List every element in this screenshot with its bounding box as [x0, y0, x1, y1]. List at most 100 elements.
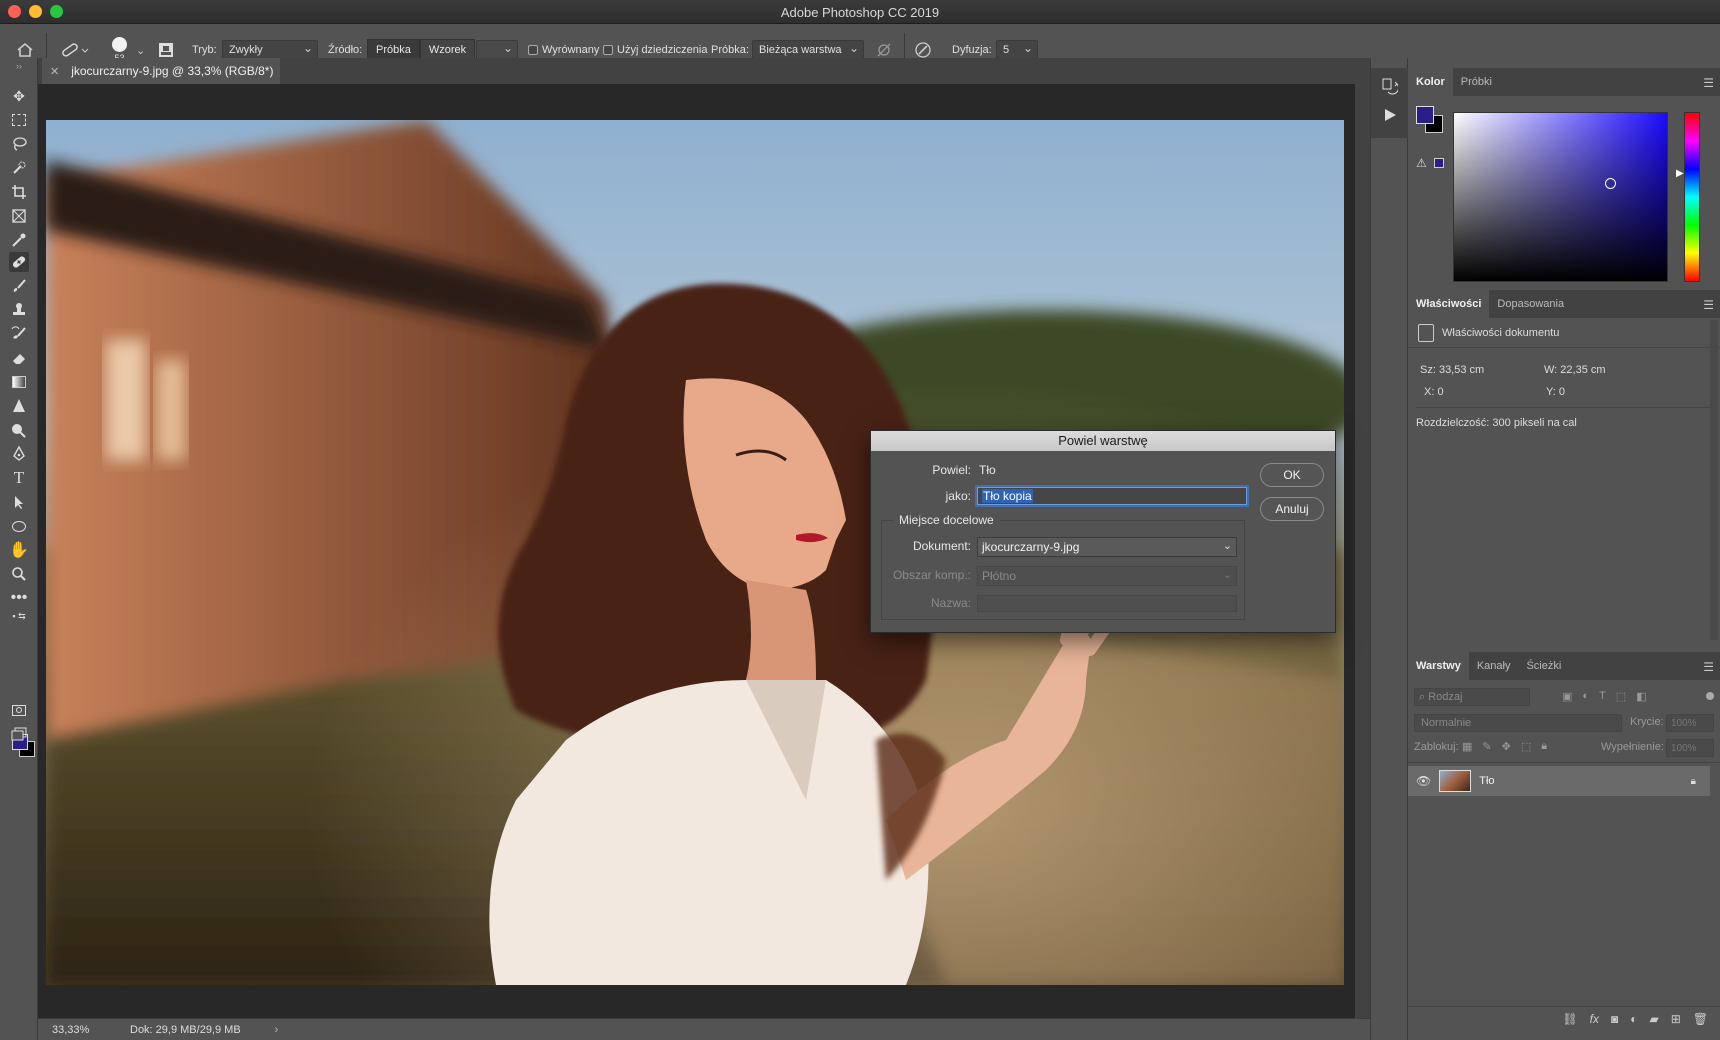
filter-adjustment-icon[interactable]: ◐ [1582, 690, 1589, 703]
layer-filter-select[interactable]: ⌕ Rodzaj [1414, 688, 1530, 706]
foreground-color-chip[interactable] [1416, 106, 1434, 124]
color-field[interactable] [1453, 112, 1668, 282]
hue-slider-handle[interactable]: ▶ [1676, 168, 1684, 179]
collapse-toolbar-icon[interactable]: ›› [9, 61, 29, 71]
tab-adjustments[interactable]: Dopasowania [1489, 290, 1572, 318]
properties-scrollbar[interactable] [1710, 320, 1718, 640]
tab-properties[interactable]: Właściwości [1408, 290, 1490, 318]
ellipse-tool-icon[interactable] [9, 516, 29, 536]
path-selection-tool-icon[interactable] [9, 492, 29, 512]
zoom-level[interactable]: 33,33% [52, 1024, 114, 1036]
status-bar: 33,33% Dok: 29,9 MB/29,9 MB › [38, 1018, 1370, 1040]
eraser-tool-icon[interactable] [9, 348, 29, 368]
screen-mode-icon[interactable] [9, 724, 29, 744]
doc-y: Y: 0 [1546, 386, 1565, 398]
crop-tool-icon[interactable] [9, 182, 29, 202]
tab-channels[interactable]: Kanały [1469, 652, 1519, 680]
web-safe-color-chip[interactable] [1434, 158, 1444, 168]
healing-brush-tool-icon[interactable] [9, 252, 29, 272]
blend-mode-select[interactable]: Normalnie [1414, 714, 1622, 732]
gradient-tool-icon[interactable] [9, 372, 29, 392]
new-adjustment-layer-icon[interactable]: ◐ [1630, 1012, 1637, 1026]
properties-header: Właściwości dokumentu [1442, 326, 1560, 339]
eye-icon[interactable]: 👁︎ [1416, 774, 1431, 788]
marquee-tool-icon[interactable] [9, 110, 29, 130]
lock-icon: 🔒︎ [1690, 775, 1696, 787]
layer-style-icon[interactable]: fx [1590, 1012, 1599, 1026]
move-tool-icon[interactable]: ✥ [9, 86, 29, 106]
pattern-picker[interactable] [476, 40, 518, 60]
filter-smart-object-icon[interactable]: ◧ [1636, 690, 1646, 703]
legacy-checkbox[interactable] [603, 45, 613, 55]
tab-swatches[interactable]: Próbki [1453, 68, 1500, 96]
filter-type-icon[interactable]: T [1599, 690, 1606, 703]
filter-shape-icon[interactable]: ⬚ [1616, 690, 1626, 703]
dodge-tool-icon[interactable] [9, 420, 29, 440]
lock-artboard-icon[interactable]: ⬚ [1521, 740, 1531, 753]
quick-selection-tool-icon[interactable] [9, 158, 29, 178]
eyedropper-tool-icon[interactable] [9, 230, 29, 250]
blur-tool-icon[interactable] [9, 396, 29, 416]
filter-pixel-icon[interactable]: ▣ [1562, 690, 1572, 703]
document-label: Dokument: [912, 539, 971, 553]
type-tool-icon[interactable]: T [9, 468, 29, 488]
history-brush-tool-icon[interactable] [9, 324, 29, 344]
sample-select[interactable]: Bieżąca warstwa [752, 40, 864, 60]
properties-panel: Właściwości Dopasowania ☰ Właściwości do… [1408, 290, 1720, 645]
fill-input[interactable]: 100% [1666, 739, 1714, 757]
ok-button[interactable]: OK [1260, 463, 1324, 487]
new-group-icon[interactable]: ▰ [1649, 1012, 1658, 1026]
gamut-warning-icon[interactable]: ⚠ [1416, 156, 1427, 170]
document-select[interactable]: jkocurczarny-9.jpg ⌄ [977, 537, 1237, 557]
pen-tool-icon[interactable] [9, 444, 29, 464]
cancel-button[interactable]: Anuluj [1260, 497, 1324, 521]
lock-image-icon[interactable]: ✎ [1482, 740, 1491, 753]
mode-select[interactable]: Zwykły [222, 40, 318, 60]
duplicate-label: Powiel: [932, 463, 971, 477]
panel-menu-icon[interactable]: ☰ [1703, 660, 1714, 674]
swap-colors-icon[interactable]: ▪ ⇆ [9, 610, 29, 622]
lock-transparent-icon[interactable]: ▦ [1462, 740, 1472, 753]
zoom-tool-icon[interactable] [9, 564, 29, 584]
panel-menu-icon[interactable]: ☰ [1703, 298, 1714, 312]
tab-paths[interactable]: Ścieżki [1518, 652, 1569, 680]
play-action-icon[interactable] [1383, 108, 1397, 125]
document-tab-title: jkocurczarny-9.jpg @ 33,3% (RGB/8*) [71, 64, 274, 78]
panel-menu-icon[interactable]: ☰ [1703, 76, 1714, 90]
color-picker-marker[interactable] [1605, 178, 1616, 189]
link-layers-icon[interactable]: ⛓ [1562, 1012, 1577, 1026]
brush-tool-icon[interactable] [9, 276, 29, 296]
add-mask-icon[interactable]: ◙ [1611, 1012, 1618, 1026]
canvas-vertical-scrollbar[interactable] [1355, 84, 1370, 1018]
tab-layers[interactable]: Warstwy [1408, 652, 1469, 680]
hue-slider[interactable] [1684, 112, 1700, 282]
lasso-tool-icon[interactable] [9, 134, 29, 154]
document-tab[interactable]: ✕ jkocurczarny-9.jpg @ 33,3% (RGB/8*) [42, 58, 280, 84]
diffusion-select[interactable]: 5 [996, 40, 1038, 60]
search-icon: ⌕ [1419, 690, 1426, 703]
delete-layer-icon[interactable]: 🗑︎ [1693, 1012, 1708, 1026]
filter-toggle[interactable] [1706, 692, 1714, 700]
hand-tool-icon[interactable]: ✋ [9, 540, 29, 560]
document-select-value: jkocurczarny-9.jpg [982, 540, 1080, 554]
chevron-right-icon[interactable]: › [275, 1024, 279, 1036]
clone-stamp-tool-icon[interactable] [9, 300, 29, 320]
layer-row[interactable]: 👁︎ Tło 🔒︎ [1408, 766, 1710, 796]
frame-tool-icon[interactable] [9, 206, 29, 226]
quick-mask-icon[interactable] [9, 700, 29, 720]
color-panel-swatches[interactable] [1416, 106, 1444, 134]
lock-all-icon[interactable]: 🔒︎ [1541, 740, 1547, 753]
opacity-input[interactable]: 100% [1666, 714, 1714, 732]
aligned-checkbox[interactable] [528, 45, 538, 55]
as-label: jako: [945, 489, 971, 503]
more-tools-icon[interactable]: ••• [9, 588, 29, 608]
layer-name-input[interactable]: Tło kopia [977, 487, 1247, 505]
new-layer-icon[interactable]: ⊞ [1671, 1012, 1681, 1026]
artboard-select-value: Płótno [982, 569, 1017, 583]
layer-name[interactable]: Tło [1479, 775, 1494, 787]
close-tab-icon[interactable]: ✕ [50, 65, 59, 78]
name-input [977, 595, 1237, 612]
tab-color[interactable]: Kolor [1408, 68, 1453, 96]
history-panel-icon[interactable] [1382, 78, 1399, 99]
lock-position-icon[interactable]: ✥ [1502, 740, 1511, 753]
